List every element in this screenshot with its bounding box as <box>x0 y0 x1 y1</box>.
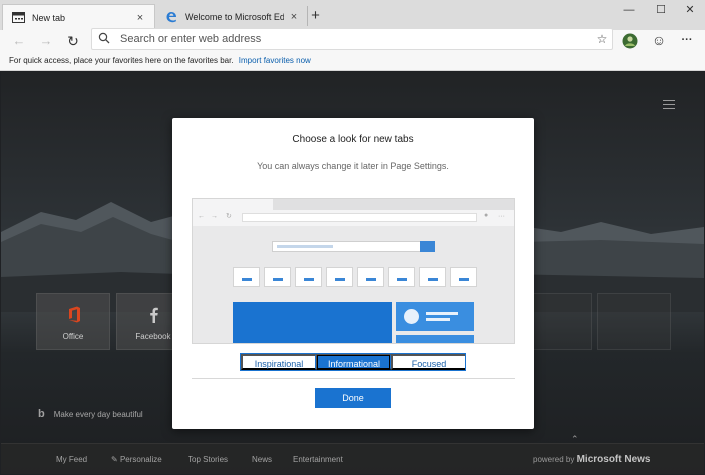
office-icon <box>66 306 82 323</box>
bing-logo-icon: b <box>38 408 45 420</box>
tab-close-icon[interactable]: × <box>134 12 146 24</box>
bing-tagline[interactable]: b Make every day beautiful <box>38 408 143 420</box>
preview-quick-link <box>419 267 446 287</box>
preview-avatar-icon: ● <box>484 212 489 219</box>
refresh-icon[interactable]: ↻ <box>64 30 82 52</box>
close-window-icon[interactable]: ✕ <box>678 2 702 18</box>
quick-link-tile-empty[interactable] <box>597 293 671 350</box>
address-bar[interactable]: Search or enter web address ☆ <box>91 28 613 50</box>
import-favorites-link[interactable]: Import favorites now <box>239 56 311 65</box>
preview-side-card <box>396 335 474 343</box>
preview-address-bar <box>242 213 477 222</box>
page-settings-menu-icon[interactable] <box>663 100 675 112</box>
preview-search-button <box>420 241 435 252</box>
dialog-subtitle: You can always change it later in Page S… <box>257 161 449 171</box>
profile-avatar[interactable] <box>621 30 639 52</box>
news-tab-top-stories[interactable]: Top Stories <box>188 455 228 464</box>
quick-link-tile[interactable]: Office <box>36 293 110 350</box>
dialog-title: Choose a look for new tabs <box>292 134 414 145</box>
preview-quick-link <box>264 267 291 287</box>
edge-logo-icon <box>164 11 178 23</box>
more-menu-icon[interactable]: ··· <box>678 30 696 52</box>
preview-side-card <box>396 302 474 331</box>
preview-search-text <box>277 245 333 248</box>
preview-refresh-icon: ↻ <box>226 213 232 220</box>
preview-quick-link <box>295 267 322 287</box>
chevron-up-icon[interactable]: ⌃ <box>571 434 579 445</box>
favorite-star-icon[interactable]: ☆ <box>592 32 612 46</box>
news-tab-entertainment[interactable]: Entertainment <box>293 455 343 464</box>
tagline-text: Make every day beautiful <box>53 409 143 419</box>
tab-title: Welcome to Microsoft Edge Dev <box>185 12 284 22</box>
facebook-icon <box>146 306 162 323</box>
option-inspirational[interactable]: Inspirational <box>241 354 316 370</box>
address-input[interactable]: Search or enter web address <box>118 33 592 45</box>
preview-hero-card <box>233 302 392 343</box>
personalize-label: Personalize <box>119 455 162 464</box>
preview-quick-link <box>233 267 260 287</box>
preview-quick-link <box>326 267 353 287</box>
preview-quick-link <box>388 267 415 287</box>
tab-welcome[interactable]: Welcome to Microsoft Edge Dev × <box>156 4 308 30</box>
favorites-bar: For quick access, place your favorites h… <box>0 52 705 71</box>
powered-by: powered by Microsoft News <box>533 454 651 465</box>
powered-brand: Microsoft News <box>576 454 651 465</box>
preview-forward-icon: → <box>211 213 218 220</box>
forward-arrow-icon[interactable]: → <box>37 30 55 52</box>
emoji-feedback-icon[interactable]: ☺ <box>650 30 668 52</box>
back-arrow-icon[interactable]: ← <box>10 30 28 52</box>
favorites-hint: For quick access, place your favorites h… <box>9 56 234 65</box>
powered-prefix: powered by <box>533 455 575 464</box>
minimize-icon[interactable]: — <box>617 2 641 18</box>
news-tab-my-feed[interactable]: My Feed <box>56 455 87 464</box>
preview-more-icon: ··· <box>498 213 505 220</box>
done-button[interactable]: Done <box>315 388 391 408</box>
preview-quick-link <box>357 267 384 287</box>
tab-close-icon[interactable]: × <box>288 11 300 23</box>
choose-layout-dialog: Choose a look for new tabs You can alway… <box>172 118 534 429</box>
maximize-icon[interactable]: ☐ <box>649 2 673 18</box>
preview-tab <box>193 199 273 210</box>
preview-quick-link <box>450 267 477 287</box>
dialog-divider <box>192 378 515 379</box>
tab-strip: New tab × Welcome to Microsoft Edge Dev … <box>0 0 705 30</box>
option-focused[interactable]: Focused <box>391 354 465 370</box>
tile-label: Office <box>62 332 84 341</box>
layout-option-group: Inspirational Informational Focused <box>240 353 466 371</box>
tab-title: New tab <box>32 12 66 23</box>
option-informational[interactable]: Informational <box>316 354 391 370</box>
search-icon <box>98 32 118 47</box>
news-tab-personalize[interactable]: ✎ Personalize <box>111 455 162 464</box>
news-bar: ⌃ My Feed ✎ Personalize Top Stories News… <box>1 434 704 474</box>
new-tab-button[interactable]: + <box>307 6 321 26</box>
layout-preview: ← → ↻ ● ··· <box>192 198 515 344</box>
newtab-page-icon <box>11 12 25 24</box>
preview-back-icon: ← <box>198 213 205 220</box>
tab-new-tab[interactable]: New tab × <box>2 4 155 30</box>
news-tab-news[interactable]: News <box>252 455 272 464</box>
